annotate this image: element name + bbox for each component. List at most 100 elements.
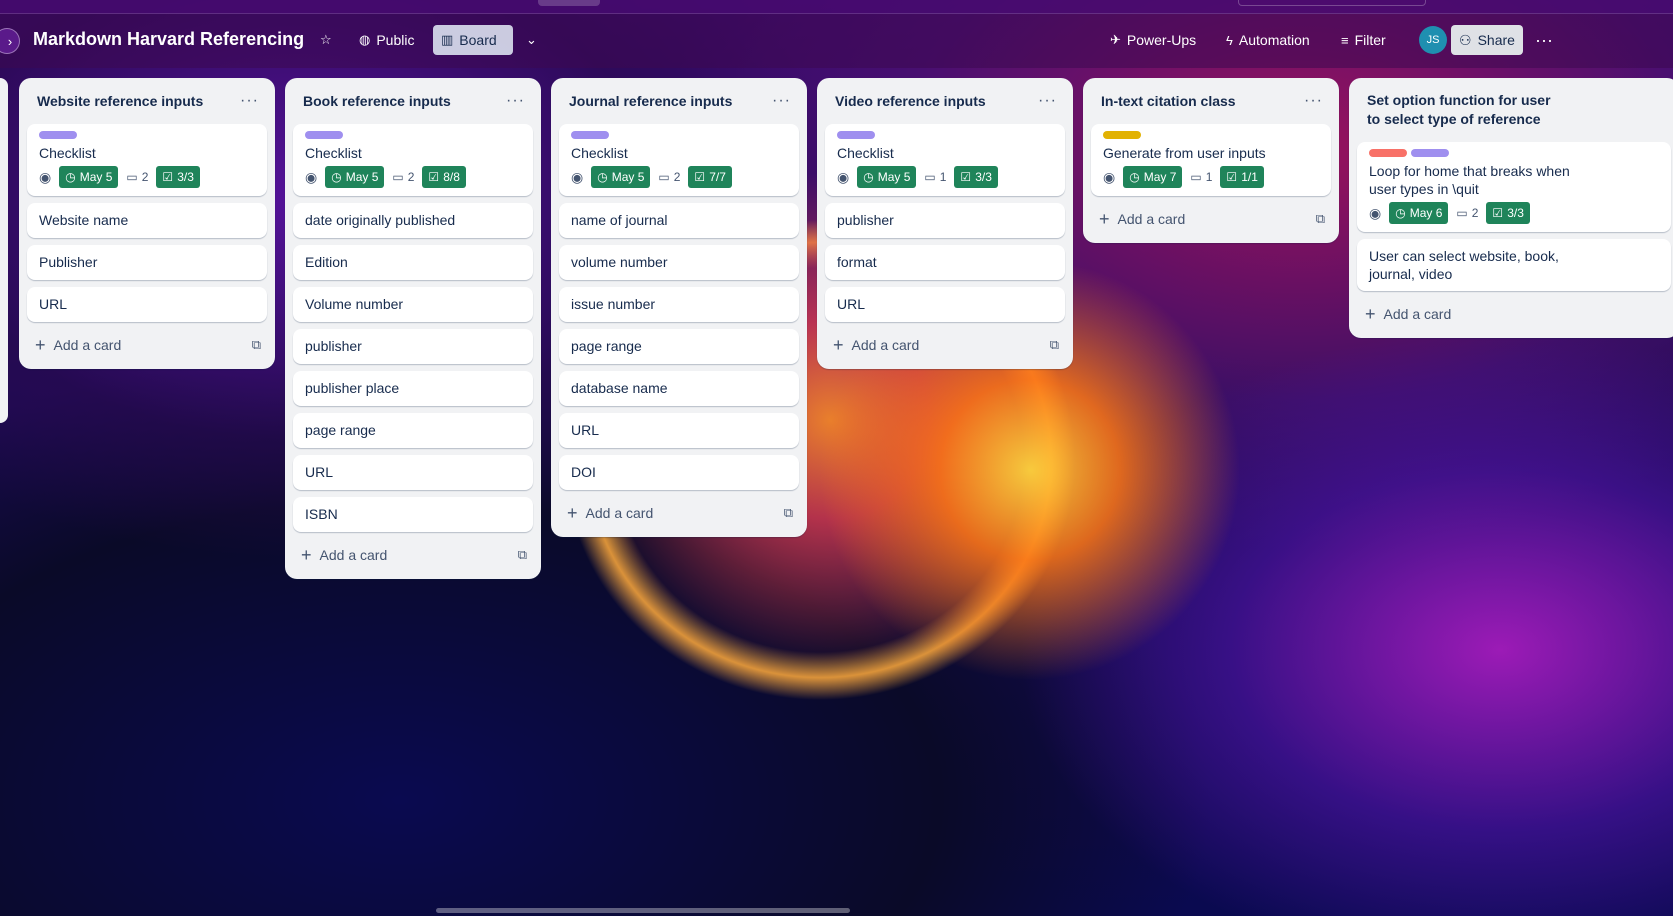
checklist-card[interactable]: Generate from user inputs ◉ ◷ May 7 ▭ 1 ☑ 1/1 xyxy=(1091,124,1331,196)
card-template-icon[interactable]: ⧉ xyxy=(1316,211,1325,227)
add-card-button[interactable]: + Add a card xyxy=(301,545,387,565)
list-card[interactable]: publisher place xyxy=(293,371,533,406)
eye-icon: ◉ xyxy=(571,169,584,185)
card-label[interactable] xyxy=(837,131,875,139)
card-label[interactable] xyxy=(305,131,343,139)
star-button[interactable]: ☆ xyxy=(312,25,340,55)
card-template-icon[interactable]: ⧉ xyxy=(518,547,527,563)
power-ups-button[interactable]: ✈ Power-Ups xyxy=(1102,25,1204,55)
list-menu-icon[interactable]: ··· xyxy=(772,92,791,110)
due-date-badge[interactable]: ◷ May 5 xyxy=(591,166,651,188)
board-view-button[interactable]: ▥ Board xyxy=(433,25,513,55)
due-date-badge[interactable]: ◷ May 7 xyxy=(1123,166,1183,188)
add-card-button[interactable]: + Add a card xyxy=(1099,210,1185,228)
top-navigation-strip xyxy=(0,0,1673,14)
list-card[interactable]: page range xyxy=(559,329,799,364)
checklist-card[interactable]: Checklist ◉ ◷ May 5 ▭ 2 ☑ 3/3 xyxy=(27,124,267,196)
due-date-badge[interactable]: ◷ May 5 xyxy=(857,166,917,188)
list-card[interactable]: User can select website, book, journal, … xyxy=(1357,239,1671,291)
list-card[interactable]: format xyxy=(825,245,1065,280)
board-title[interactable]: Markdown Harvard Referencing xyxy=(33,29,304,50)
due-date-badge[interactable]: ◷ May 5 xyxy=(59,166,119,188)
list-card[interactable]: URL xyxy=(27,287,267,322)
list-card[interactable]: URL xyxy=(825,287,1065,322)
add-card-button[interactable]: + Add a card xyxy=(567,504,653,522)
automation-button[interactable]: ϟ Automation xyxy=(1218,25,1318,55)
due-date-badge[interactable]: ◷ May 6 xyxy=(1389,202,1449,224)
checklist-progress: 3/3 xyxy=(177,170,194,184)
checklist-card[interactable]: Checklist ◉ ◷ May 5 ▭ 2 ☑ 7/7 xyxy=(559,124,799,196)
list-title[interactable]: Book reference inputs xyxy=(303,92,451,111)
list-header[interactable]: Video reference inputs ··· xyxy=(825,78,1065,124)
add-card-row[interactable]: + Add a card xyxy=(1357,298,1671,330)
list-card[interactable]: URL xyxy=(293,455,533,490)
add-card-button[interactable]: + Add a card xyxy=(833,336,919,354)
list-title[interactable]: Journal reference inputs xyxy=(569,92,732,111)
list-menu-icon[interactable]: ··· xyxy=(240,92,259,110)
list-title[interactable]: Website reference inputs xyxy=(37,92,203,111)
add-card-row[interactable]: + Add a card ⧉ xyxy=(27,329,267,361)
checklist-card[interactable]: Checklist ◉ ◷ May 5 ▭ 1 ☑ 3/3 xyxy=(825,124,1065,196)
share-button[interactable]: ⚇ Share xyxy=(1451,25,1523,55)
card-label[interactable] xyxy=(1369,149,1407,157)
list-card[interactable]: publisher xyxy=(825,203,1065,238)
list-menu-icon[interactable]: ··· xyxy=(1038,92,1057,110)
list-header[interactable]: Journal reference inputs ··· xyxy=(559,78,799,124)
add-card-row[interactable]: + Add a card ⧉ xyxy=(1091,203,1331,235)
list-header[interactable]: Book reference inputs ··· xyxy=(293,78,533,124)
eye-icon: ◉ xyxy=(1369,205,1382,221)
card-template-icon[interactable]: ⧉ xyxy=(1050,337,1059,353)
card-label[interactable] xyxy=(1411,149,1449,157)
nav-tab-stub[interactable] xyxy=(538,0,600,6)
card-label[interactable] xyxy=(1103,131,1141,139)
card-template-icon[interactable]: ⧉ xyxy=(784,505,793,521)
list-card[interactable]: Volume number xyxy=(293,287,533,322)
card-title: publisher xyxy=(837,212,894,228)
list-menu-icon[interactable]: ··· xyxy=(506,92,525,110)
more-options-button[interactable]: ··· xyxy=(1530,25,1558,55)
list-card[interactable]: ISBN xyxy=(293,497,533,532)
list-card[interactable]: date originally published xyxy=(293,203,533,238)
add-card-row[interactable]: + Add a card ⧉ xyxy=(293,539,533,571)
add-card-row[interactable]: + Add a card ⧉ xyxy=(559,497,799,529)
visibility-button[interactable]: ◍ Public xyxy=(351,25,422,55)
list-menu-icon[interactable]: ··· xyxy=(1304,92,1323,110)
horizontal-scrollbar[interactable] xyxy=(436,908,850,913)
list-title[interactable]: Video reference inputs xyxy=(835,92,986,111)
card-label[interactable] xyxy=(571,131,609,139)
avatar[interactable]: JS xyxy=(1419,26,1447,54)
list-card[interactable]: DOI xyxy=(559,455,799,490)
add-card-row[interactable]: + Add a card ⧉ xyxy=(825,329,1065,361)
card-title: format xyxy=(837,254,877,270)
checklist-badge: ☑ 8/8 xyxy=(422,166,466,188)
list-card[interactable]: volume number xyxy=(559,245,799,280)
search-input-stub[interactable] xyxy=(1238,0,1426,6)
sidebar-toggle-chevron-icon[interactable]: › xyxy=(0,28,20,54)
checklist-card[interactable]: Loop for home that breaks when user type… xyxy=(1357,142,1671,232)
card-template-icon[interactable]: ⧉ xyxy=(252,337,261,353)
list-card[interactable]: issue number xyxy=(559,287,799,322)
list-card[interactable]: database name xyxy=(559,371,799,406)
comment-icon: ▭ xyxy=(1190,170,1202,184)
list-card[interactable]: Website name xyxy=(27,203,267,238)
checklist-card[interactable]: Checklist ◉ ◷ May 5 ▭ 2 ☑ 8/8 xyxy=(293,124,533,196)
list-title[interactable]: In-text citation class xyxy=(1101,92,1236,111)
list-card[interactable]: name of journal xyxy=(559,203,799,238)
list-card[interactable]: Publisher xyxy=(27,245,267,280)
list-header[interactable]: Set option function for user to select t… xyxy=(1357,78,1671,142)
list-card[interactable]: page range xyxy=(293,413,533,448)
list-title[interactable]: Set option function for user to select t… xyxy=(1367,91,1567,129)
due-date-badge[interactable]: ◷ May 5 xyxy=(325,166,385,188)
list-card[interactable]: Edition xyxy=(293,245,533,280)
list-card[interactable]: publisher xyxy=(293,329,533,364)
star-icon: ☆ xyxy=(320,32,332,47)
plus-icon: + xyxy=(301,545,312,565)
add-card-button[interactable]: + Add a card xyxy=(1365,305,1451,323)
filter-button[interactable]: ≡ Filter xyxy=(1333,25,1394,55)
list-header[interactable]: Website reference inputs ··· xyxy=(27,78,267,124)
list-header[interactable]: In-text citation class ··· xyxy=(1091,78,1331,124)
card-label[interactable] xyxy=(39,131,77,139)
list-card[interactable]: URL xyxy=(559,413,799,448)
view-switcher-button[interactable]: ⌄ xyxy=(518,25,545,55)
add-card-button[interactable]: + Add a card xyxy=(35,336,121,354)
